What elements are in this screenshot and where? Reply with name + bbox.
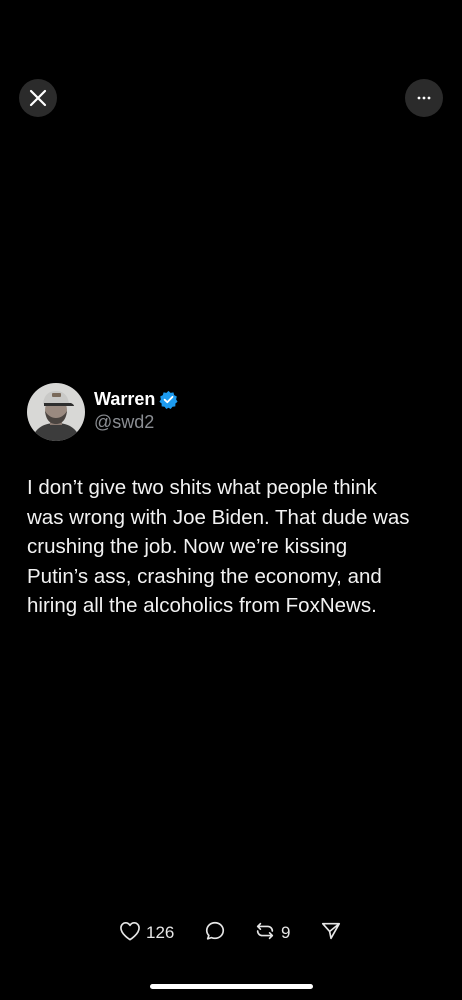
repost-count: 9 bbox=[281, 923, 291, 942]
repost-icon bbox=[254, 920, 276, 947]
share-button[interactable] bbox=[320, 920, 342, 946]
more-options-button[interactable] bbox=[405, 79, 443, 117]
reply-button[interactable] bbox=[204, 920, 226, 946]
comment-icon bbox=[204, 920, 226, 947]
avatar[interactable] bbox=[27, 383, 85, 441]
home-indicator[interactable] bbox=[150, 984, 313, 989]
tweet-author[interactable]: Warren @swd2 bbox=[27, 383, 442, 441]
author-name[interactable]: Warren bbox=[94, 389, 155, 410]
send-icon bbox=[320, 920, 342, 947]
close-button[interactable] bbox=[19, 79, 57, 117]
close-icon bbox=[29, 89, 47, 107]
tweet-actions: 126 9 bbox=[0, 920, 462, 946]
like-count: 126 bbox=[146, 923, 175, 942]
like-button[interactable]: 126 bbox=[119, 920, 174, 946]
repost-button[interactable]: 9 bbox=[254, 920, 290, 946]
verified-badge-icon bbox=[159, 390, 178, 409]
author-handle[interactable]: @swd2 bbox=[94, 412, 178, 433]
more-options-icon bbox=[417, 96, 431, 100]
heart-icon bbox=[119, 921, 141, 946]
tweet: Warren @swd2 I don’t give two shits what… bbox=[27, 383, 442, 621]
tweet-text: I don’t give two shits what people think… bbox=[27, 476, 410, 617]
